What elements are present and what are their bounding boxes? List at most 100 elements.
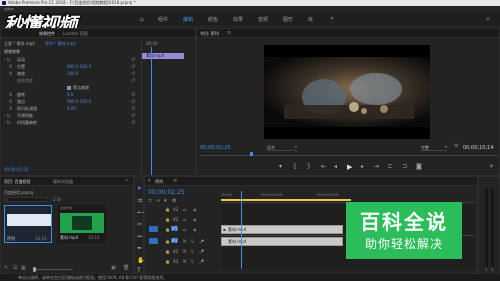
workspace-tab-assembly[interactable]: 组件: [158, 16, 168, 23]
project-item-clip[interactable]: 媒体开始 素材.mp4 10;14: [58, 205, 106, 243]
source-patch-a1[interactable]: [149, 238, 158, 244]
workspace-tab-audio[interactable]: 音频: [258, 16, 268, 23]
slip-icon[interactable]: ↔: [137, 233, 142, 240]
trash-icon[interactable]: 🗑: [123, 265, 129, 271]
track-lock-icon[interactable]: 🔒: [165, 217, 170, 222]
rotation-value[interactable]: 0.0: [67, 92, 73, 97]
track-lock-icon[interactable]: 🔒: [165, 239, 170, 244]
audio-clip[interactable]: 素材.mp4: [221, 237, 343, 246]
step-back-icon[interactable]: ◂: [334, 163, 337, 170]
list-view-icon[interactable]: ☰: [13, 265, 17, 271]
tab-lumetri[interactable]: Lumetri 范围: [63, 31, 88, 37]
step-forward-icon[interactable]: ▸: [361, 163, 364, 170]
tab-project[interactable]: 项目: 百度经验: [4, 179, 31, 185]
mark-out-icon[interactable]: }: [307, 163, 311, 170]
export-frame-icon[interactable]: ◙: [416, 163, 422, 170]
timeline-playhead[interactable]: [241, 191, 242, 269]
workspace-tab-libraries[interactable]: 库: [308, 16, 313, 23]
quality-dropdown[interactable]: 完整 ▾: [421, 144, 447, 151]
reset-icon[interactable]: ↺: [131, 78, 135, 84]
fit-dropdown[interactable]: 适合 ▾: [267, 144, 297, 151]
reset-icon[interactable]: ↺: [131, 71, 135, 77]
new-item-icon[interactable]: ▣: [111, 265, 116, 271]
lift-icon[interactable]: ⊏: [388, 163, 393, 170]
eye-icon[interactable]: ◉: [193, 217, 197, 222]
reset-icon[interactable]: ↺: [131, 99, 135, 105]
solo-button[interactable]: S: [485, 267, 488, 272]
scale-value[interactable]: 100.0: [67, 71, 78, 76]
solo-button[interactable]: S: [191, 239, 194, 244]
tab-media-browser[interactable]: 媒体浏览器: [53, 179, 73, 185]
track-lock-icon[interactable]: 🔒: [165, 259, 170, 264]
solo-button[interactable]: S: [191, 249, 194, 254]
workspace-more-icon[interactable]: »: [330, 15, 334, 22]
mic-icon[interactable]: 🎤: [199, 259, 204, 264]
project-search[interactable]: ⌕: [4, 197, 48, 202]
solo-button[interactable]: S: [491, 267, 494, 272]
reset-icon[interactable]: ↺: [131, 106, 135, 112]
tab-program[interactable]: 节目: 序列: [200, 31, 219, 37]
reset-icon[interactable]: ↺: [131, 113, 135, 119]
razor-icon[interactable]: ✂: [137, 221, 142, 228]
linked-selection-icon[interactable]: ∞: [156, 198, 160, 204]
go-to-out-icon[interactable]: ⇥: [374, 163, 379, 170]
track-sync-icon[interactable]: ⇌: [183, 207, 186, 212]
mic-icon[interactable]: 🎤: [199, 239, 204, 244]
mute-button[interactable]: M: [183, 259, 186, 264]
panel-menu-icon[interactable]: ≡: [173, 178, 177, 184]
source-patch-v1[interactable]: [149, 226, 158, 232]
mic-icon[interactable]: 🎤: [199, 249, 204, 254]
track-sync-icon[interactable]: ⇌: [183, 227, 186, 232]
pencil-icon[interactable]: ✎: [4, 265, 8, 271]
track-select-icon[interactable]: ⇉: [137, 197, 142, 204]
add-marker-icon[interactable]: ▾: [279, 163, 282, 170]
search-icon[interactable]: ⌕: [486, 15, 490, 24]
pen-icon[interactable]: ✒: [137, 245, 142, 252]
more-icon[interactable]: »: [125, 178, 128, 184]
play-icon[interactable]: ▶: [347, 163, 352, 171]
selection-tool-icon[interactable]: ➤: [137, 185, 142, 192]
reset-icon[interactable]: ↺: [131, 120, 135, 126]
scrubber-playhead[interactable]: [250, 152, 253, 156]
icon-view-icon[interactable]: ▦: [21, 265, 26, 271]
mute-button[interactable]: M: [183, 239, 186, 244]
anchor-value[interactable]: 960.0 540.0: [67, 99, 91, 104]
mark-in-icon[interactable]: {: [293, 163, 297, 170]
zoom-slider[interactable]: [33, 267, 73, 272]
project-item-sequence[interactable]: 序列 10;14: [4, 205, 52, 243]
tab-effect-controls[interactable]: 效果控件: [39, 31, 55, 37]
workspace-tab-effects[interactable]: 效果: [233, 16, 243, 23]
home-icon[interactable]: ⌂: [140, 16, 144, 23]
settings-icon[interactable]: ⚙: [172, 198, 176, 204]
track-sync-icon[interactable]: ⇌: [183, 217, 186, 222]
add-button-icon[interactable]: +: [489, 163, 494, 170]
timeline-timecode[interactable]: 00;00;02;25: [148, 189, 185, 196]
video-frame[interactable]: [264, 45, 430, 139]
checkbox-icon[interactable]: [67, 86, 71, 90]
position-value[interactable]: 960.0 540.0: [67, 64, 91, 69]
mini-playhead[interactable]: [151, 47, 152, 175]
workspace-tab-color[interactable]: 颜色: [208, 16, 218, 23]
track-lock-icon[interactable]: 🔒: [165, 227, 170, 232]
eye-icon[interactable]: ◉: [193, 227, 197, 232]
workspace-tab-graphics[interactable]: 图形: [283, 16, 293, 23]
anti-flicker-value[interactable]: 0.00: [67, 106, 76, 111]
effect-timecode[interactable]: 00;00;02;25: [4, 167, 28, 172]
program-scrubber[interactable]: [201, 152, 497, 156]
extract-icon[interactable]: ⊐: [402, 163, 407, 170]
reset-icon[interactable]: ↺: [131, 57, 135, 63]
snap-icon[interactable]: ⊂: [148, 198, 152, 204]
eye-icon[interactable]: ◉: [193, 207, 197, 212]
workspace-tab-editing[interactable]: 编辑: [183, 16, 193, 23]
panel-menu-icon[interactable]: ≡: [227, 30, 231, 36]
track-lock-icon[interactable]: 🔒: [165, 207, 170, 212]
program-timecode[interactable]: 00;00;02;25: [200, 145, 231, 151]
go-to-in-icon[interactable]: ⇤: [321, 163, 326, 170]
reset-icon[interactable]: ↺: [131, 64, 135, 70]
mini-clip[interactable]: 素材.mp4: [142, 53, 184, 59]
type-icon[interactable]: T: [137, 267, 141, 274]
reset-icon[interactable]: ↺: [131, 92, 135, 98]
video-clip[interactable]: ▪ 素材.mp4: [221, 225, 343, 234]
solo-button[interactable]: S: [191, 259, 194, 264]
wrench-icon[interactable]: ⚙: [454, 143, 458, 149]
